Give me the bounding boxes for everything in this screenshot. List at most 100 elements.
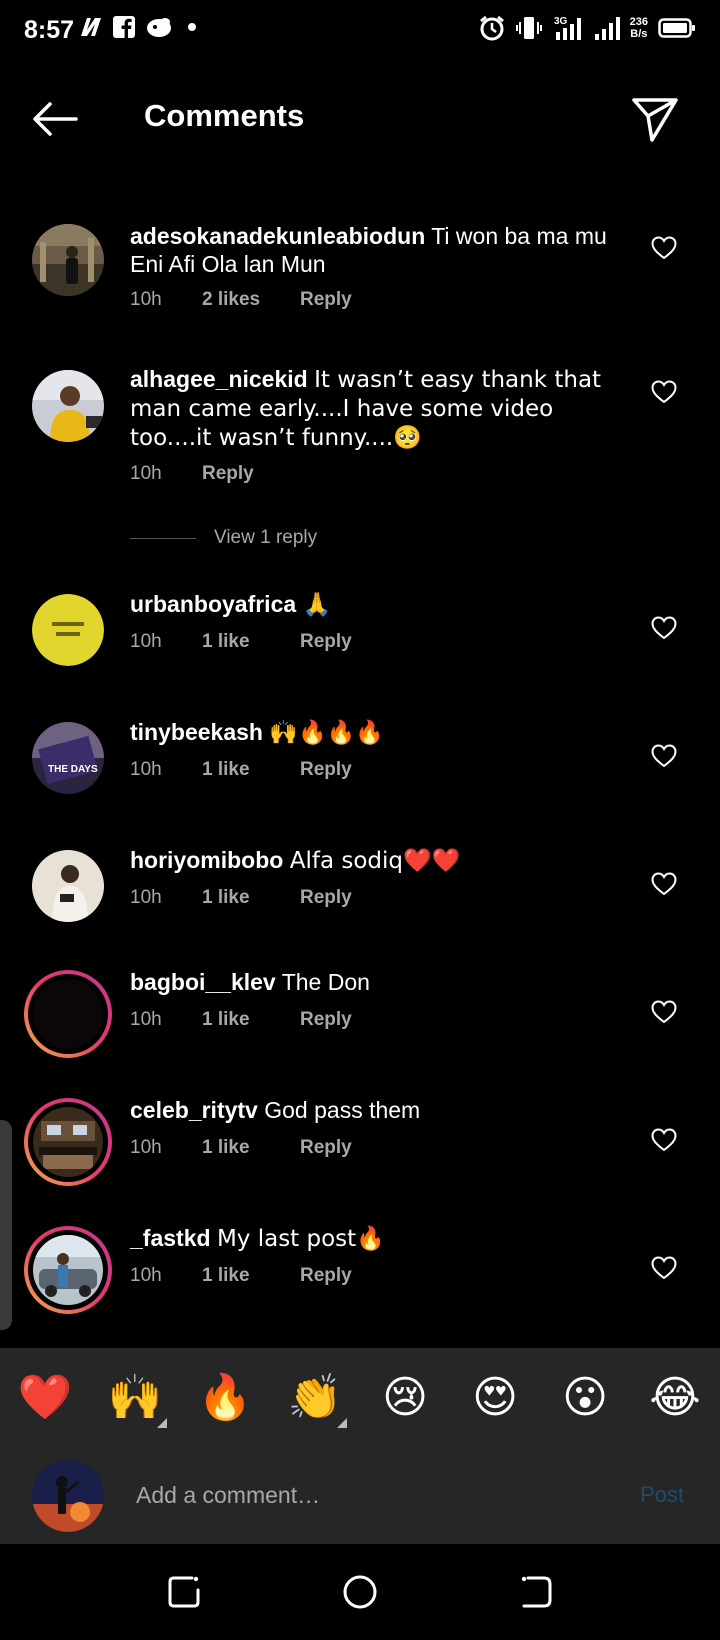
heart-icon[interactable] bbox=[651, 744, 677, 768]
status-time: 8:57 bbox=[24, 16, 75, 44]
heart-icon[interactable] bbox=[651, 872, 677, 896]
view-replies-button[interactable]: View 1 reply bbox=[130, 527, 317, 549]
avatar[interactable] bbox=[32, 370, 104, 442]
signal-3g-icon: 3G bbox=[552, 14, 584, 42]
status-notification-icons bbox=[78, 14, 202, 40]
comment-likes[interactable]: 1 like bbox=[202, 631, 300, 653]
comment-likes[interactable]: 1 like bbox=[202, 1265, 300, 1287]
comment-item: bagboi__klev The Don 10h 1 like Reply bbox=[0, 968, 720, 1064]
comment-time: 10h bbox=[130, 1009, 162, 1030]
comment-item: horiyomibobo Alfa sodiq❤️❤️ 10h 1 like R… bbox=[0, 846, 720, 936]
nairaland-notification-icon bbox=[78, 14, 104, 40]
comment-username[interactable]: _fastkd bbox=[130, 1225, 211, 1251]
comment-meta: 10h 1 like Reply bbox=[130, 1137, 352, 1159]
comment-meta: 10h Reply bbox=[130, 463, 254, 485]
comment-username[interactable]: adesokanadekunleabiodun bbox=[130, 223, 425, 249]
reply-button[interactable]: Reply bbox=[202, 463, 254, 485]
avatar bbox=[33, 1107, 103, 1177]
comment-username[interactable]: urbanboyafrica bbox=[130, 591, 296, 617]
signal-icon bbox=[594, 14, 620, 42]
avatar[interactable] bbox=[32, 224, 104, 296]
comment-content: 🙏 bbox=[302, 592, 332, 618]
arrow-left-icon bbox=[33, 102, 78, 136]
comment-likes[interactable]: 1 like bbox=[202, 887, 300, 909]
share-button[interactable] bbox=[630, 94, 680, 144]
heart-icon[interactable] bbox=[651, 616, 677, 640]
comment-time: 10h bbox=[130, 759, 162, 780]
comment-likes[interactable]: 1 like bbox=[202, 759, 300, 781]
back-nav-icon[interactable] bbox=[514, 1570, 558, 1614]
avatar bbox=[33, 1235, 103, 1305]
app-notification-icon bbox=[144, 15, 174, 39]
reply-button[interactable]: Reply bbox=[300, 1009, 352, 1031]
reply-button[interactable]: Reply bbox=[300, 759, 352, 781]
comment-meta: 10h 2 likes Reply bbox=[130, 289, 352, 311]
comment-item: alhagee_nicekid It wasn’t easy thank tha… bbox=[0, 358, 720, 498]
emoji-crying-face-button[interactable]: 😢 bbox=[375, 1370, 435, 1426]
comments-header: Comments bbox=[0, 78, 720, 162]
recent-apps-icon[interactable] bbox=[162, 1570, 206, 1614]
comment-meta: 10h 1 like Reply bbox=[130, 759, 352, 781]
alarm-icon bbox=[478, 14, 506, 42]
emoji-raising-hands-button[interactable]: 🙌 bbox=[105, 1370, 167, 1428]
add-comment-input[interactable] bbox=[134, 1472, 578, 1518]
heart-icon[interactable] bbox=[651, 1256, 677, 1280]
user-photo-image bbox=[32, 850, 104, 922]
comment-time: 10h bbox=[130, 463, 162, 484]
heart-icon[interactable] bbox=[651, 1128, 677, 1152]
skin-tone-indicator-icon bbox=[157, 1418, 167, 1428]
network-speed: 236 B/s bbox=[630, 16, 648, 40]
comment-content: God pass them bbox=[264, 1097, 421, 1123]
comment-username[interactable]: celeb_ritytv bbox=[130, 1097, 258, 1123]
home-circle-icon[interactable] bbox=[338, 1570, 382, 1614]
heart-icon[interactable] bbox=[651, 380, 677, 404]
comment-username[interactable]: alhagee_nicekid bbox=[130, 366, 308, 392]
comment-username[interactable]: tinybeekash bbox=[130, 719, 263, 745]
side-scroll-handle[interactable] bbox=[0, 1120, 12, 1330]
comment-likes[interactable]: 1 like bbox=[202, 1137, 300, 1159]
reply-button[interactable]: Reply bbox=[300, 887, 352, 909]
post-button[interactable]: Post bbox=[640, 1482, 684, 1508]
comment-item: adesokanadekunleabiodun Ti won ba ma mu … bbox=[0, 214, 720, 324]
comment-username[interactable]: bagboi__klev bbox=[130, 969, 276, 995]
paper-plane-icon bbox=[632, 98, 678, 142]
user-photo-image bbox=[32, 224, 104, 296]
comment-likes[interactable]: 1 like bbox=[202, 1009, 300, 1031]
comment-content: Alfa sodiq❤️❤️ bbox=[289, 848, 461, 874]
avatar-story-ring[interactable] bbox=[24, 1226, 112, 1314]
back-button[interactable] bbox=[28, 98, 82, 140]
avatar-text: THE DAYS bbox=[48, 764, 98, 775]
comment-item: THE DAYS tinybeekash 🙌🔥🔥🔥 10h 1 like Rep… bbox=[0, 718, 720, 808]
comment-text: horiyomibobo Alfa sodiq❤️❤️ bbox=[130, 846, 630, 875]
avatar[interactable] bbox=[32, 594, 104, 666]
user-photo-image: THE DAYS bbox=[32, 722, 104, 794]
comment-content: The Don bbox=[281, 969, 370, 995]
emoji-clapping-hands-button[interactable]: 👏 bbox=[285, 1370, 347, 1428]
comment-meta: 10h 1 like Reply bbox=[130, 1009, 352, 1031]
comment-time: 10h bbox=[130, 887, 162, 908]
comment-text: adesokanadekunleabiodun Ti won ba ma mu … bbox=[130, 222, 630, 278]
emoji-fire-button[interactable]: 🔥 bbox=[195, 1370, 255, 1426]
heart-icon[interactable] bbox=[651, 236, 677, 260]
comment-text: bagboi__klev The Don bbox=[130, 968, 630, 996]
reply-button[interactable]: Reply bbox=[300, 631, 352, 653]
comment-item: _fastkd My last post🔥 10h 1 like Reply bbox=[0, 1225, 720, 1320]
heart-icon[interactable] bbox=[651, 1000, 677, 1024]
view-replies-label: View 1 reply bbox=[214, 527, 318, 548]
emoji-heart-eyes-button[interactable]: 😍 bbox=[465, 1370, 525, 1426]
reply-button[interactable]: Reply bbox=[300, 289, 352, 311]
user-photo-image bbox=[32, 594, 104, 666]
reply-button[interactable]: Reply bbox=[300, 1137, 352, 1159]
avatar-story-ring[interactable] bbox=[24, 1098, 112, 1186]
reply-button[interactable]: Reply bbox=[300, 1265, 352, 1287]
vibrate-icon bbox=[515, 14, 542, 42]
emoji-red-heart-button[interactable]: ❤️ bbox=[15, 1370, 75, 1426]
emoji-tears-of-joy-button[interactable]: 😂 bbox=[645, 1370, 705, 1426]
comment-likes[interactable]: 2 likes bbox=[202, 289, 300, 311]
avatar[interactable] bbox=[32, 850, 104, 922]
comment-username[interactable]: horiyomibobo bbox=[130, 847, 283, 873]
user-photo-image bbox=[33, 979, 103, 1049]
emoji-surprised-face-button[interactable]: 😮 bbox=[555, 1370, 615, 1426]
avatar[interactable]: THE DAYS bbox=[32, 722, 104, 794]
avatar-story-ring[interactable] bbox=[24, 970, 112, 1058]
